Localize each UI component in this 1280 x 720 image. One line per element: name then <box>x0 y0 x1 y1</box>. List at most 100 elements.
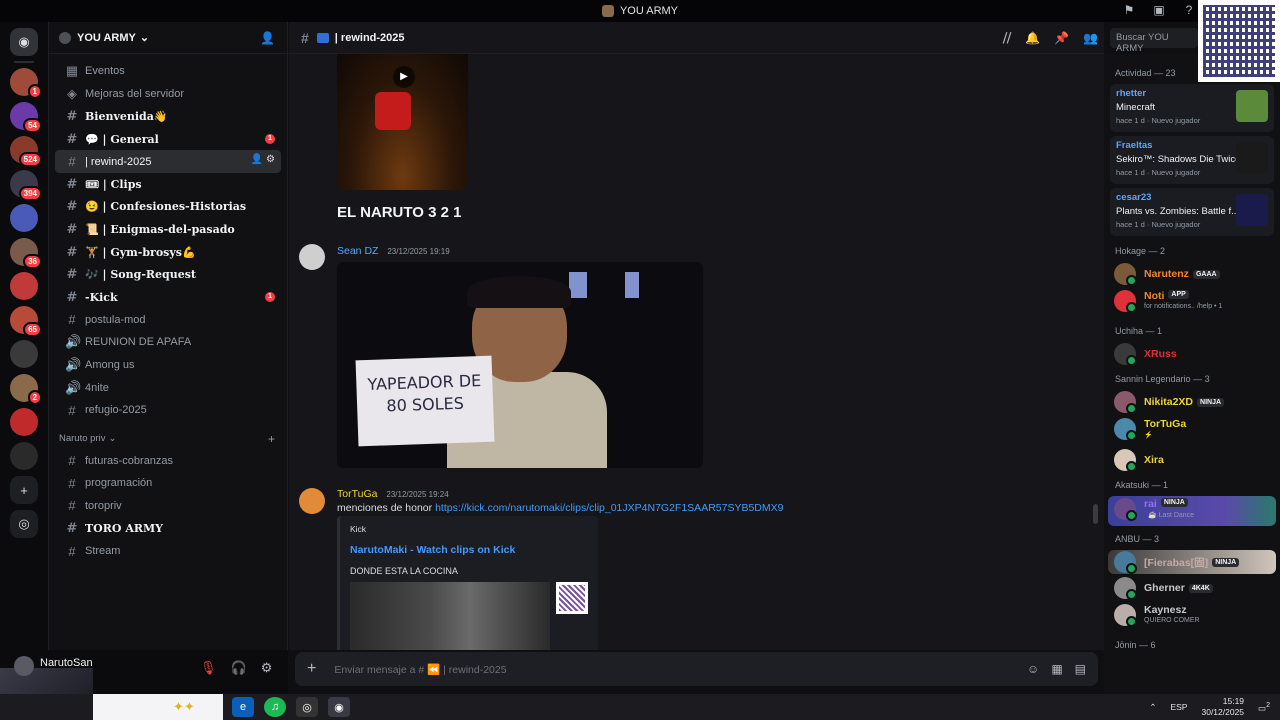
play-icon[interactable]: ▶ <box>393 66 415 88</box>
avatar[interactable] <box>14 656 34 676</box>
avatar <box>1114 343 1137 366</box>
discord-taskbar-icon[interactable]: ◉ <box>328 697 350 717</box>
message-composer[interactable]: + Enviar mensaje a # ⏪ | rewind-2025 ☺ ▦… <box>295 652 1098 686</box>
channel-settings-icon[interactable]: 👤 ⚙ <box>251 154 275 165</box>
channel-item[interactable]: # -Kick 1 <box>55 286 281 309</box>
obs-icon[interactable]: ◎ <box>296 697 318 717</box>
server-icon[interactable]: 2 <box>10 374 42 405</box>
channel-item[interactable]: # 💬 | General 1 <box>55 128 281 151</box>
inbox-icon[interactable]: ⚑ <box>1122 3 1136 17</box>
gift-icon[interactable]: ▤ <box>1075 662 1086 676</box>
channel-item[interactable]: # 🏋 | Gym-brosys💪 <box>55 241 281 264</box>
server-icon[interactable] <box>10 272 38 300</box>
add-channel-icon[interactable]: + <box>268 432 275 446</box>
video-attachment[interactable]: ▶ <box>337 54 468 190</box>
server-icon[interactable]: 1 <box>10 68 42 99</box>
avatar[interactable] <box>299 244 325 270</box>
spotify-icon[interactable]: ♫ <box>264 697 286 717</box>
activity-card[interactable]: cesar23 Plants vs. Zombies: Battle f... ha… <box>1110 188 1274 236</box>
server-icon[interactable] <box>10 340 38 368</box>
headphones-icon[interactable]: 🎧 <box>231 660 247 676</box>
mic-muted-icon[interactable]: 🎙 <box>200 660 217 676</box>
activity-card[interactable]: Fraeltas Sekiro™: Shadows Die Twice hace 1… <box>1110 136 1274 184</box>
channel-item[interactable]: # Bienvenida👋 <box>55 105 281 128</box>
hash-icon: # <box>66 131 78 147</box>
member-item[interactable]: Nikita2XD NINJA <box>1104 390 1280 414</box>
channel-item[interactable]: # refugio-2025 <box>55 399 281 422</box>
server-icon[interactable]: 394 <box>10 170 42 201</box>
server-icon[interactable] <box>10 408 38 436</box>
channel-item[interactable]: 🔊 4nite <box>55 376 281 399</box>
help-icon[interactable]: ? <box>1182 3 1196 17</box>
member-name: Kaynesz <box>1144 604 1187 616</box>
server-icon[interactable]: 36 <box>10 238 42 269</box>
image-attachment[interactable]: YAPEADOR DE 80 SOLES <box>337 262 703 468</box>
channel-item[interactable]: # | rewind-2025 👤 ⚙ <box>55 150 281 173</box>
video-frame <box>375 92 411 130</box>
scrollbar[interactable] <box>1093 504 1098 524</box>
taskbar-search[interactable]: ✦✦ <box>93 694 223 720</box>
discover-icon[interactable]: ◎ <box>10 510 38 538</box>
message-author[interactable]: Sean DZ 23/12/2025 19:19 <box>337 245 450 257</box>
channel-item[interactable]: # 😉 | Confesiones-Historias <box>55 196 281 219</box>
members-icon[interactable]: 👥 <box>1083 31 1098 46</box>
channel-item[interactable]: # postula-mod <box>55 309 281 332</box>
channel-label: 🎟 | Clips <box>85 177 142 191</box>
server-icon[interactable] <box>10 204 38 232</box>
server-icon[interactable]: 54 <box>10 102 42 133</box>
search-input[interactable]: Buscar YOU ARMY <box>1110 28 1198 54</box>
invite-icon[interactable]: 👤 <box>260 31 275 45</box>
message-link[interactable]: https://kick.com/narutomaki/clips/clip_0… <box>435 502 783 514</box>
chevron-up-icon[interactable]: ⌃ <box>1149 702 1156 713</box>
emoji-icon[interactable]: ☺ <box>1027 662 1039 676</box>
avatar[interactable] <box>299 488 325 514</box>
member-item[interactable]: Noti APP for notifications.. /help • 1 <box>1104 288 1280 318</box>
edge-icon[interactable]: e <box>232 697 254 717</box>
author-name[interactable]: TorTuGa <box>337 488 377 500</box>
channel-item[interactable]: # TORO ARMY <box>55 517 281 540</box>
server-icon[interactable]: 65 <box>10 306 42 337</box>
member-item[interactable]: Narutenz GAAA <box>1104 262 1280 286</box>
member-item[interactable]: TorTuGa ⚡ <box>1104 416 1280 446</box>
activity-card[interactable]: rhetter Minecraft hace 1 d · Nuevo jugador <box>1110 84 1274 132</box>
threads-icon[interactable]: ⧸⧸ <box>1003 31 1011 46</box>
server-icon[interactable]: 524 <box>10 136 42 167</box>
channel-item[interactable]: 🔊 Among us <box>55 354 281 377</box>
channel-item[interactable]: # 🎟 | Clips <box>55 173 281 196</box>
channel-item[interactable]: # toropriv <box>55 495 281 518</box>
apps-icon[interactable]: ▦ <box>1051 662 1062 676</box>
language-indicator[interactable]: ESP <box>1170 702 1187 712</box>
member-item[interactable]: rai NINJA ☕ Last Dance <box>1108 496 1276 526</box>
chevron-down-icon: ⌄ <box>139 32 150 44</box>
server-header[interactable]: YOU ARMY ⌄ 👤 <box>49 22 287 54</box>
add-server-icon[interactable]: + <box>10 476 38 504</box>
channel-item[interactable]: ▦ Eventos <box>55 60 281 83</box>
channel-item[interactable]: # futuras-cobranzas <box>55 450 281 473</box>
member-item[interactable]: Gherner 4K4K <box>1104 576 1280 600</box>
pin-icon[interactable]: 📌 <box>1054 31 1069 46</box>
clock[interactable]: 15:19 30/12/2025 <box>1201 696 1244 718</box>
channel-item[interactable]: # Stream <box>55 540 281 563</box>
member-status: QUIERO COMER <box>1144 617 1200 624</box>
author-name[interactable]: Sean DZ <box>337 245 378 257</box>
category-naruto-priv[interactable]: Naruto priv ⌄ + <box>49 428 287 450</box>
channel-item[interactable]: 🔊 REUNION DE APAFA <box>55 331 281 354</box>
add-attachment-icon[interactable]: + <box>307 660 316 678</box>
channel-item[interactable]: # programación <box>55 472 281 495</box>
member-item[interactable]: Xira <box>1104 448 1280 472</box>
member-item[interactable]: Kaynesz QUIERO COMER <box>1104 602 1280 632</box>
window-icon[interactable]: ▣ <box>1152 3 1166 17</box>
message-author[interactable]: TorTuGa 23/12/2025 19:24 <box>337 488 449 500</box>
gear-icon[interactable]: ⚙ <box>261 660 273 676</box>
embed-title[interactable]: NarutoMaki - Watch clips on Kick <box>350 544 588 556</box>
embed-image[interactable] <box>350 582 550 650</box>
server-icon[interactable] <box>10 442 38 470</box>
channel-item[interactable]: # 🎶 | Song-Request <box>55 263 281 286</box>
member-item[interactable]: XRuss <box>1104 342 1280 366</box>
channel-item[interactable]: ◈ Mejoras del servidor <box>55 83 281 106</box>
notification-icon[interactable]: ▭2 <box>1258 701 1270 714</box>
member-item[interactable]: [Fierabas[固] NINJA <box>1108 550 1276 574</box>
bell-icon[interactable]: 🔔 <box>1025 31 1040 46</box>
channel-item[interactable]: # 📜 | Enigmas-del-pasado <box>55 218 281 241</box>
discord-home-icon[interactable]: ◉ <box>10 28 38 56</box>
